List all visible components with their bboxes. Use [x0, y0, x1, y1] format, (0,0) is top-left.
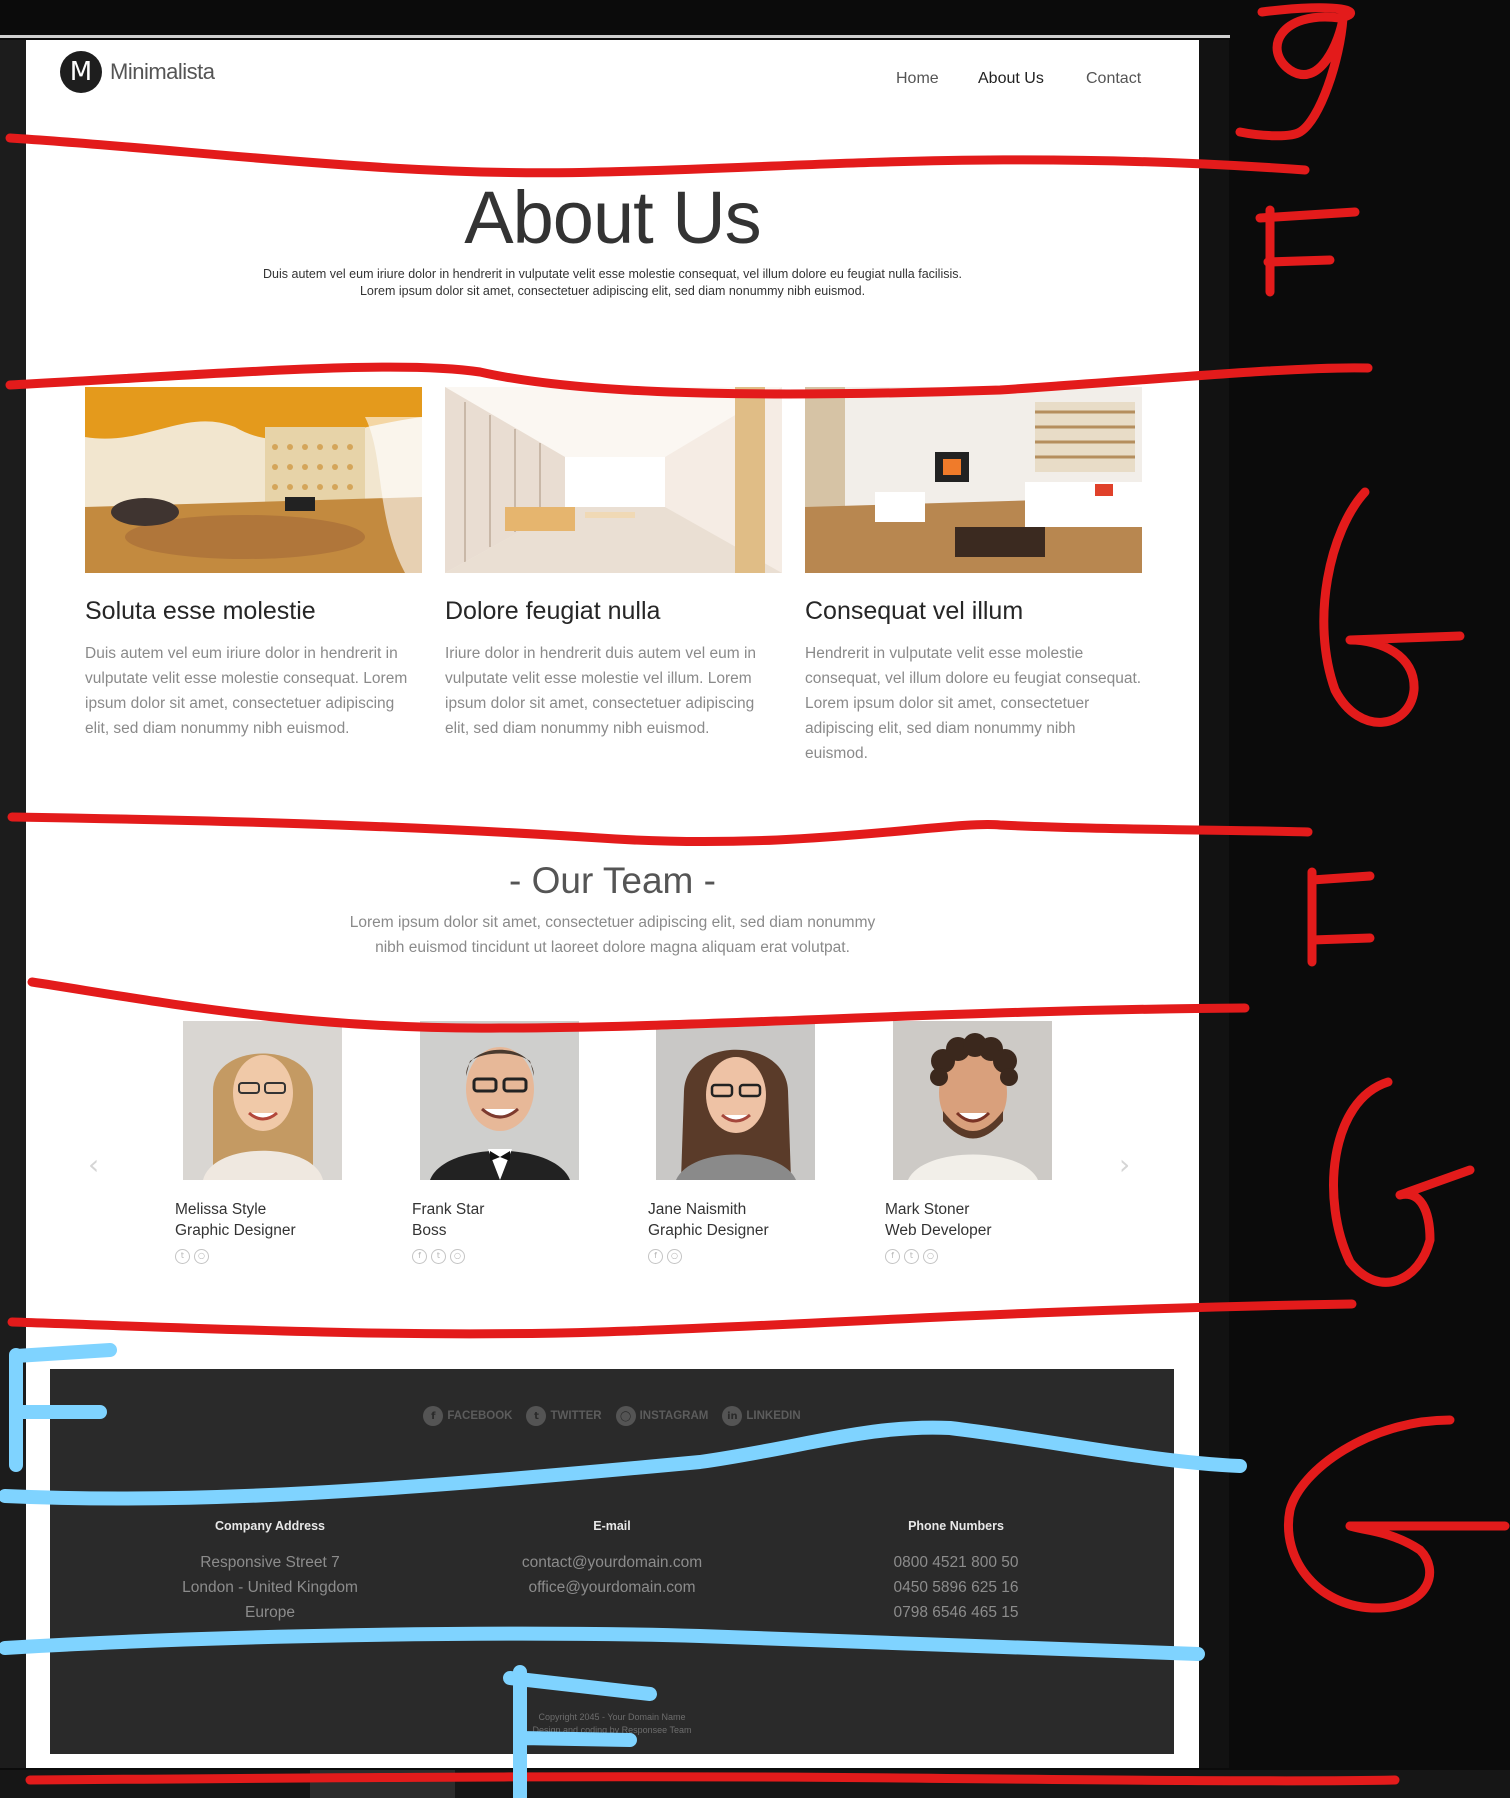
red-mark-f [1255, 205, 1360, 297]
member-role: Graphic Designer [648, 1222, 769, 1239]
red-mark-g [1319, 487, 1465, 727]
twitter-icon[interactable]: t [904, 1249, 919, 1264]
twitter-icon[interactable]: t [431, 1249, 446, 1264]
team-subtitle-line-2: nibh euismod tincidunt ut laoreet dolore… [375, 939, 850, 956]
footer-email-column: E-mail contact@yourdomain.com office@you… [440, 1519, 784, 1600]
member-socials: f ○ [648, 1249, 682, 1264]
team-subtitle: Lorem ipsum dolor sit amet, consectetuer… [26, 910, 1199, 960]
member-photo [656, 1021, 815, 1180]
member-socials: f t ○ [412, 1249, 465, 1264]
nav-contact[interactable]: Contact [1086, 70, 1141, 88]
feature-card: Soluta esse molestie Duis autem vel eum … [85, 387, 422, 741]
member-name: Jane Naismith [648, 1201, 747, 1218]
footer-linkedin-link[interactable]: in LINKEDIN [722, 1406, 801, 1426]
red-mark-9 [1235, 3, 1356, 141]
member-photo [893, 1021, 1052, 1180]
page-subtitle-line-2: Lorem ipsum dolor sit amet, consectetuer… [359, 284, 866, 298]
member-role: Boss [412, 1222, 447, 1239]
carousel-next-arrow[interactable]: › [1119, 1148, 1130, 1181]
logo-text: Minimalista [110, 59, 215, 84]
footer-column-heading: Phone Numbers [908, 1519, 1004, 1533]
feature-text: Duis autem vel eum iriure dolor in hendr… [85, 645, 408, 737]
member-socials: t ○ [175, 1249, 209, 1264]
right-gutter [1199, 40, 1229, 1768]
feature-card: Dolore feugiat nulla Iriure dolor in hen… [445, 387, 782, 741]
feature-title: Soluta esse molestie [85, 597, 316, 625]
member-socials: f t ○ [885, 1249, 938, 1264]
footer-social-label: FACEBOOK [447, 1410, 513, 1422]
facebook-icon[interactable]: f [885, 1249, 900, 1264]
footer-email-link[interactable]: office@yourdomain.com [440, 1575, 784, 1600]
footer-column-heading: E-mail [593, 1519, 631, 1533]
feature-image-lounge [805, 387, 1142, 573]
member-name: Mark Stoner [885, 1201, 970, 1218]
member-name: Frank Star [412, 1201, 485, 1218]
copyright-line-1: Copyright 2045 - Your Domain Name [538, 1712, 686, 1722]
site-footer: f FACEBOOK t TWITTER ◯ INSTAGRAM in LINK… [50, 1369, 1174, 1754]
nav-home[interactable]: Home [896, 70, 939, 88]
team-subtitle-line-1: Lorem ipsum dolor sit amet, consectetuer… [349, 914, 876, 931]
footer-copyright: Copyright 2045 - Your Domain Name Design… [50, 1711, 1174, 1737]
facebook-icon[interactable]: f [648, 1249, 663, 1264]
footer-phone-column: Phone Numbers 0800 4521 800 50 0450 5896… [784, 1519, 1128, 1625]
carousel-prev-arrow[interactable]: ‹ [88, 1148, 99, 1181]
member-role: Graphic Designer [175, 1222, 296, 1239]
taskbar-segment [310, 1770, 455, 1798]
page-subtitle-line-1: Duis autem vel eum iriure dolor in hendr… [263, 267, 962, 281]
footer-address-line: London - United Kingdom [182, 1579, 358, 1596]
feature-card: Consequat vel illum Hendrerit in vulputa… [805, 387, 1142, 766]
feature-text: Iriure dolor in hendrerit duis autem vel… [445, 645, 757, 737]
footer-phone-number: 0798 6546 465 15 [893, 1604, 1019, 1621]
footer-social-label: LINKEDIN [746, 1410, 801, 1422]
footer-social-links: f FACEBOOK t TWITTER ◯ INSTAGRAM in LINK… [50, 1406, 1174, 1426]
nav-about-us[interactable]: About Us [978, 70, 1044, 88]
member-name: Melissa Style [175, 1201, 267, 1218]
member-photo [183, 1021, 342, 1180]
page-subtitle: Duis autem vel eum iriure dolor in hendr… [26, 266, 1199, 300]
red-mark-f [1307, 867, 1375, 967]
twitter-icon[interactable]: t [175, 1249, 190, 1264]
feature-title: Dolore feugiat nulla [445, 597, 661, 625]
facebook-icon[interactable]: f [412, 1249, 427, 1264]
twitter-icon: t [526, 1406, 547, 1426]
footer-twitter-link[interactable]: t TWITTER [526, 1406, 602, 1426]
red-mark-g [1329, 1077, 1475, 1287]
feature-image-office [445, 387, 782, 573]
red-mark-g [1284, 1415, 1510, 1613]
member-role: Web Developer [885, 1222, 992, 1239]
footer-address-line: Responsive Street 7 [200, 1554, 340, 1571]
footer-address-line: Europe [245, 1604, 295, 1621]
window-top-edge [0, 35, 1230, 38]
footer-phone-number: 0450 5896 625 16 [893, 1579, 1019, 1596]
dribbble-icon[interactable]: ○ [923, 1249, 938, 1264]
dribbble-icon[interactable]: ○ [450, 1249, 465, 1264]
footer-email-link[interactable]: contact@yourdomain.com [440, 1550, 784, 1575]
footer-phone-number: 0800 4521 800 50 [893, 1554, 1019, 1571]
facebook-icon: f [423, 1406, 444, 1426]
team-title: - Our Team - [509, 860, 716, 901]
feature-title: Consequat vel illum [805, 597, 1024, 625]
left-gutter [0, 40, 26, 1768]
instagram-icon: ◯ [615, 1406, 636, 1426]
page-title: About Us [464, 176, 761, 259]
copyright-line-2: Design and coding by Responsee Team [532, 1725, 692, 1735]
feature-image-living-room [85, 387, 422, 573]
footer-address-column: Company Address Responsive Street 7 Lond… [98, 1519, 442, 1625]
footer-column-heading: Company Address [215, 1519, 325, 1533]
web-page: M Minimalista Home About Us Contact Abou… [26, 40, 1199, 1768]
member-photo [420, 1021, 579, 1180]
footer-instagram-link[interactable]: ◯ INSTAGRAM [615, 1406, 709, 1426]
site-logo[interactable]: M Minimalista [60, 50, 215, 94]
dribbble-icon[interactable]: ○ [194, 1249, 209, 1264]
footer-facebook-link[interactable]: f FACEBOOK [423, 1406, 512, 1426]
footer-social-label: TWITTER [550, 1410, 602, 1422]
dribbble-icon[interactable]: ○ [667, 1249, 682, 1264]
linkedin-icon: in [722, 1406, 743, 1426]
feature-text: Hendrerit in vulputate velit esse molest… [805, 645, 1142, 762]
bottom-taskbar [0, 1770, 1510, 1798]
logo-mark: M [60, 51, 102, 93]
footer-social-label: INSTAGRAM [639, 1410, 709, 1422]
